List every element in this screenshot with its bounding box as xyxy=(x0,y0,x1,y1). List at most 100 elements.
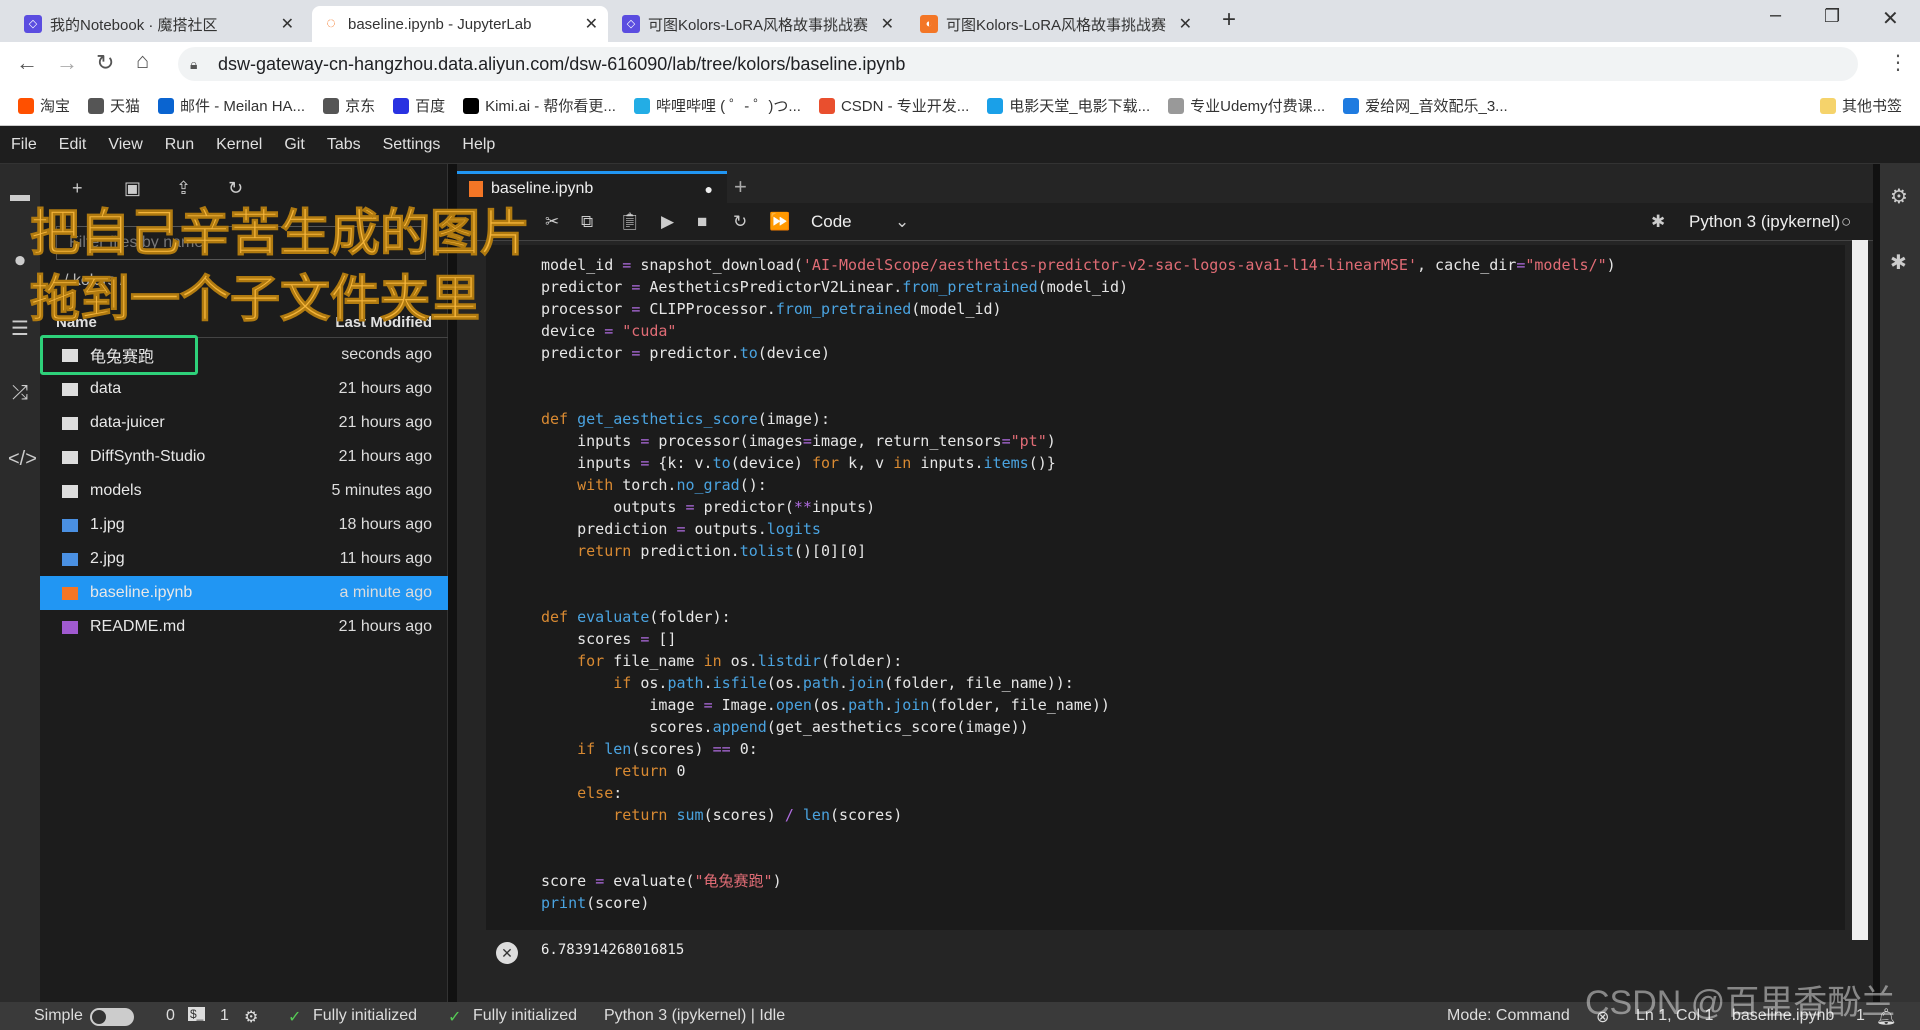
scrollbar[interactable] xyxy=(1852,240,1868,940)
new-folder-icon[interactable]: ▣ xyxy=(124,178,141,199)
forward-icon[interactable]: → xyxy=(56,50,78,76)
file-row[interactable]: README.md 21 hours ago xyxy=(40,610,448,644)
bookmark-item[interactable]: 哔哩哔哩 ( ゜- ゜)つ... xyxy=(633,95,801,116)
file-row[interactable]: baseline.ipynb a minute ago xyxy=(40,576,448,610)
kernel-count[interactable]: 1 xyxy=(220,1007,229,1025)
restart-icon[interactable]: ↻ xyxy=(733,212,747,232)
bookmark-item[interactable]: 邮件 - Meilan HA... xyxy=(158,95,305,116)
browser-tab[interactable]: ◐ 可图Kolors-LoRA风格故事挑战赛 ✕ xyxy=(910,6,1202,42)
bookmark-item[interactable]: 淘宝 xyxy=(18,95,70,116)
file-row[interactable]: data 21 hours ago xyxy=(40,372,448,406)
code-token: append xyxy=(712,718,767,736)
notebook-tab[interactable]: baseline.ipynb ● xyxy=(457,171,727,203)
code-token: outputs. xyxy=(694,520,767,538)
file-row[interactable]: models 5 minutes ago xyxy=(40,474,448,508)
browser-tab[interactable]: ◇ 可图Kolors-LoRA风格故事挑战赛 ✕ xyxy=(612,6,904,42)
code-line: if os.path.isfile(os.path.join(folder, f… xyxy=(541,672,1616,694)
new-launcher-icon[interactable]: + xyxy=(72,178,83,199)
bookmark-item[interactable]: 爱给网_音效配乐_3... xyxy=(1343,95,1508,116)
bookmark-item[interactable]: Kimi.ai - 帮你看更... xyxy=(463,95,616,116)
code-token: inputs xyxy=(541,454,641,472)
chevron-down-icon[interactable]: ⌄ xyxy=(895,212,909,232)
bookmarks-bar: 淘宝 天猫 邮件 - Meilan HA... 京东 百度 Kimi.ai - 帮你看更.… xyxy=(0,86,1920,126)
menu-tabs[interactable]: Tabs xyxy=(327,136,361,154)
close-tab-icon[interactable]: ✕ xyxy=(1179,14,1192,34)
back-icon[interactable]: ← xyxy=(16,50,38,76)
cut-icon[interactable]: ✂ xyxy=(545,212,559,232)
menu-git[interactable]: Git xyxy=(284,136,304,154)
close-tab-icon[interactable]: ✕ xyxy=(881,14,894,34)
git-icon[interactable]: ⤮ xyxy=(8,382,32,406)
menu-file[interactable]: File xyxy=(11,136,37,154)
file-row[interactable]: 1.jpg 18 hours ago xyxy=(40,508,448,542)
code-token: 'AI-ModelScope/aesthetics-predictor-v2-s… xyxy=(802,256,1417,274)
code-line: prediction = outputs.logits xyxy=(541,518,1616,540)
running-icon[interactable]: ⏺ xyxy=(8,250,32,274)
run-icon[interactable]: ▶ xyxy=(661,212,674,232)
run-all-icon[interactable]: ⏩ xyxy=(769,212,790,232)
file-modified: 5 minutes ago xyxy=(331,482,432,499)
new-tab-button[interactable]: + xyxy=(1222,6,1236,34)
code-token: join xyxy=(893,696,930,714)
menu-help[interactable]: Help xyxy=(462,136,495,154)
folder-icon[interactable]: ▬ xyxy=(8,184,32,208)
code-icon[interactable]: </> xyxy=(8,448,37,472)
code-token: CLIPProcessor. xyxy=(649,300,776,318)
home-icon[interactable]: ⌂ xyxy=(136,48,149,74)
clear-output-icon[interactable]: ✕ xyxy=(496,942,518,964)
bookmark-item[interactable]: 天猫 xyxy=(88,95,140,116)
reload-icon[interactable]: ↻ xyxy=(96,50,114,76)
property-inspector-icon[interactable]: ⚙ xyxy=(1890,184,1908,209)
browser-menu-icon[interactable]: ⋮ xyxy=(1888,50,1908,75)
browser-tab[interactable]: ◇ 我的Notebook · 魔搭社区 ✕ xyxy=(14,6,304,42)
code-token: path xyxy=(802,674,840,692)
unsaved-dot-icon[interactable]: ● xyxy=(705,181,713,197)
cell-type-select[interactable]: Code xyxy=(811,212,852,232)
bookmark-item[interactable]: 电影天堂_电影下载... xyxy=(987,95,1150,116)
url-input[interactable]: 🔒︎ dsw-gateway-cn-hangzhou.data.aliyun.co… xyxy=(178,47,1858,81)
terminal-icon: $_ xyxy=(188,1007,206,1021)
file-row[interactable]: 2.jpg 11 hours ago xyxy=(40,542,448,576)
code-token: in xyxy=(703,652,731,670)
refresh-icon[interactable]: ↻ xyxy=(228,178,243,199)
kernel-name[interactable]: Python 3 (ipykernel) xyxy=(1689,212,1840,232)
bookmark-item[interactable]: CSDN - 专业开发... xyxy=(818,95,969,116)
other-bookmarks[interactable]: 其他书签 xyxy=(1819,95,1902,116)
menu-run[interactable]: Run xyxy=(165,136,194,154)
close-tab-icon[interactable]: ✕ xyxy=(281,14,294,34)
bookmark-item[interactable]: 百度 xyxy=(393,95,445,116)
menu-settings[interactable]: Settings xyxy=(383,136,441,154)
file-row[interactable]: DiffSynth-Studio 21 hours ago xyxy=(40,440,448,474)
close-tab-icon[interactable]: ✕ xyxy=(585,14,598,34)
code-line: device = "cuda" xyxy=(541,320,1616,342)
new-tab-icon[interactable]: + xyxy=(734,174,747,200)
bookmark-item[interactable]: 京东 xyxy=(323,95,375,116)
simple-mode-toggle[interactable] xyxy=(90,1008,134,1026)
menu-kernel[interactable]: Kernel xyxy=(216,136,262,154)
upload-icon[interactable]: ⇪ xyxy=(176,178,191,199)
toc-icon[interactable]: ☰ xyxy=(8,316,32,340)
menu-edit[interactable]: Edit xyxy=(59,136,87,154)
stop-icon[interactable]: ■ xyxy=(697,212,707,232)
copy-icon[interactable]: ⧉ xyxy=(581,212,593,232)
kernel-status[interactable]: Python 3 (ipykernel) | Idle xyxy=(604,1007,785,1025)
debugger-icon[interactable]: ✱ xyxy=(1890,250,1907,275)
browser-tab-active[interactable]: ◌ baseline.ipynb - JupyterLab ✕ xyxy=(312,6,608,42)
code-editor[interactable]: model_id = snapshot_download('AI-ModelSc… xyxy=(541,254,1616,914)
minimize-button[interactable]: – xyxy=(1770,4,1781,27)
lsp-status: Fully initialized xyxy=(313,1007,418,1024)
file-row[interactable]: data-juicer 21 hours ago xyxy=(40,406,448,440)
terminal-count[interactable]: 0 xyxy=(166,1007,175,1025)
maximize-button[interactable]: ❐ xyxy=(1824,6,1840,27)
menu-view[interactable]: View xyxy=(108,136,142,154)
code-line: return prediction.tolist()[0][0] xyxy=(541,540,1616,562)
paste-icon[interactable]: 📋︎ xyxy=(619,212,641,232)
bookmark-item[interactable]: 专业Udemy付费课... xyxy=(1168,95,1325,116)
code-token: if xyxy=(577,740,605,758)
code-line: def get_aesthetics_score(image): xyxy=(541,408,1616,430)
close-window-button[interactable]: ✕ xyxy=(1882,6,1899,31)
code-token: = xyxy=(685,498,704,516)
debugger-icon[interactable]: ✱ xyxy=(1651,212,1665,232)
